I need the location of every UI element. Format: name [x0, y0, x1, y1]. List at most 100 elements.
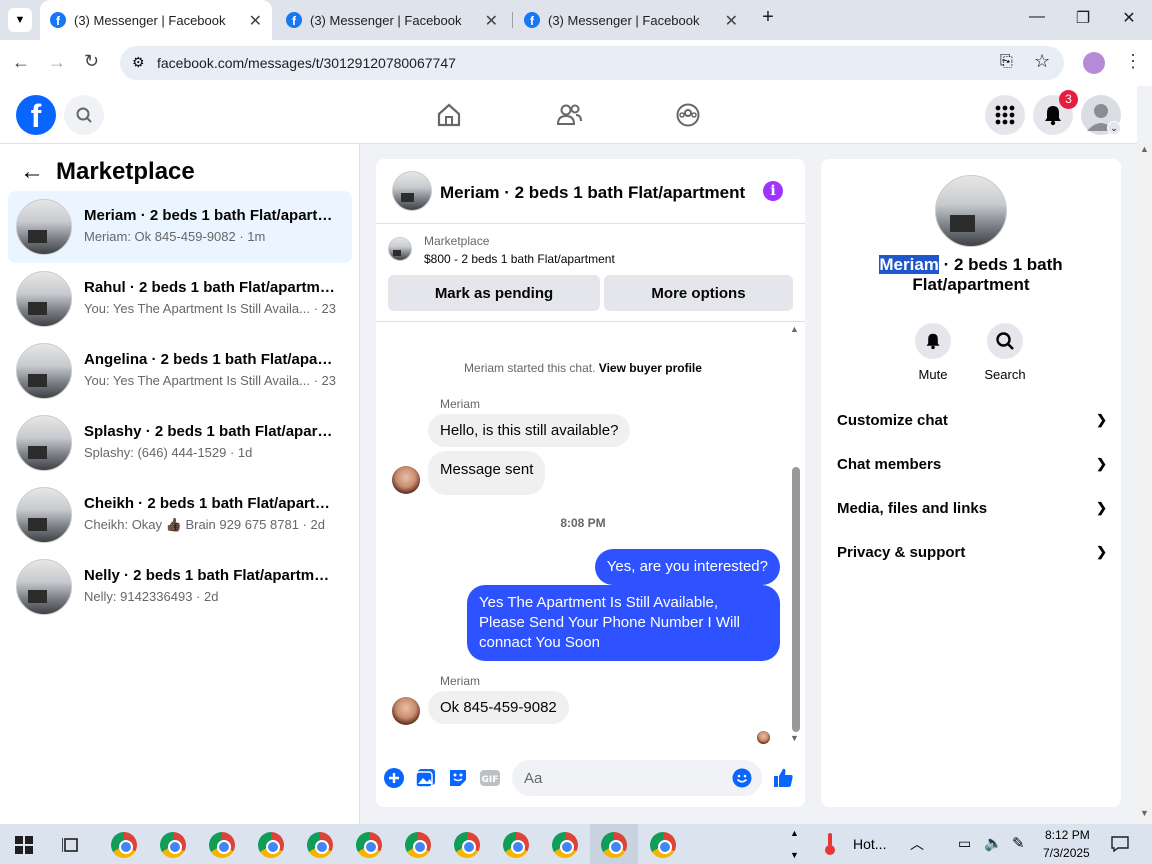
scroll-down-arrow-icon[interactable]: ▼ [790, 733, 799, 743]
menu-button[interactable] [985, 95, 1025, 135]
conversation-item[interactable]: Angelina · 2 beds 1 bath Flat/apartment … [8, 335, 352, 407]
info-icon[interactable]: i [763, 181, 783, 201]
back-icon[interactable]: ← [12, 52, 30, 73]
windows-start-icon[interactable] [15, 836, 33, 854]
conversation-item[interactable]: Meriam · 2 beds 1 bath Flat/apartment Me… [8, 191, 352, 263]
conversation-item[interactable]: Splashy · 2 beds 1 bath Flat/apartment S… [8, 407, 352, 479]
taskbar-scroll-down-icon[interactable]: ▼ [790, 850, 799, 860]
sender-avatar[interactable] [392, 466, 420, 494]
taskbar-scroll-up-icon[interactable]: ▲ [790, 828, 799, 838]
minimize-button[interactable]: — [1025, 8, 1049, 26]
chat-scrollbar-thumb[interactable] [792, 467, 800, 732]
close-tab-icon[interactable]: ✕ [725, 11, 738, 31]
privacy-support-section[interactable]: Privacy & support ❯ [837, 544, 1107, 574]
gif-icon[interactable]: GIF [479, 767, 501, 789]
message-timestamp: 8:08 PM [560, 516, 606, 530]
chat-details-pane: Meriam · 2 beds 1 bath Flat/apartment Mu… [821, 159, 1121, 807]
facebook-logo-icon[interactable]: f [16, 95, 56, 135]
thumbs-up-icon[interactable] [772, 767, 794, 789]
network-icon[interactable]: ▭ [958, 835, 971, 852]
message-input-placeholder: Aa [524, 770, 543, 787]
chrome-taskbar-icon[interactable] [111, 832, 137, 858]
search-in-chat-button[interactable]: Search [975, 323, 1035, 382]
browser-tab-2[interactable]: f (3) Messenger | Facebook ✕ [276, 0, 508, 40]
maximize-button[interactable]: ❐ [1071, 8, 1095, 28]
notification-center-icon[interactable] [1111, 836, 1129, 852]
sticker-icon[interactable] [447, 767, 469, 789]
thermometer-icon[interactable] [825, 833, 835, 855]
sender-avatar[interactable] [392, 697, 420, 725]
listing-thumbnail[interactable] [935, 175, 1007, 247]
conversation-title: Meriam · 2 beds 1 bath Flat/apartment [84, 207, 336, 224]
conversation-snippet: You: Yes The Apartment Is Still Availa..… [84, 301, 336, 316]
bookmark-star-icon[interactable]: ☆ [1034, 51, 1050, 72]
back-arrow-icon[interactable]: ← [20, 158, 44, 186]
conversation-item[interactable]: Nelly · 2 beds 1 bath Flat/apartment Nel… [8, 551, 352, 623]
chrome-taskbar-icon[interactable] [307, 832, 333, 858]
view-buyer-profile-link[interactable]: View buyer profile [599, 361, 702, 375]
listing-thumbnail [16, 199, 72, 255]
listing-price-title[interactable]: $800 - 2 beds 1 bath Flat/apartment [424, 252, 615, 266]
home-icon[interactable] [436, 102, 462, 128]
listing-thumbnail[interactable] [392, 171, 432, 211]
incoming-message: Ok 845-459-9082 [428, 691, 569, 724]
emoji-icon[interactable] [732, 768, 752, 788]
page-scrollbar[interactable]: ▲ ▼ [1137, 144, 1152, 824]
weather-label[interactable]: Hot... [853, 836, 886, 852]
scroll-down-arrow-icon[interactable]: ▼ [1140, 808, 1149, 818]
message-input[interactable]: Aa [512, 760, 762, 796]
mark-as-pending-button[interactable]: Mark as pending [388, 275, 600, 311]
chrome-taskbar-icon[interactable] [454, 832, 480, 858]
groups-icon[interactable] [675, 102, 701, 128]
chrome-taskbar-icon[interactable] [503, 832, 529, 858]
reload-icon[interactable]: ↻ [84, 51, 99, 72]
close-tab-icon[interactable]: ✕ [249, 11, 262, 31]
listing-thumbnail[interactable] [388, 237, 412, 261]
account-chevron-icon[interactable]: ⌄ [1107, 121, 1121, 135]
tray-overflow-chevron-icon[interactable]: ︿ [910, 834, 924, 854]
chrome-taskbar-icon[interactable] [258, 832, 284, 858]
chrome-taskbar-icon[interactable] [405, 832, 431, 858]
conversation-item[interactable]: Cheikh · 2 beds 1 bath Flat/apartment Ch… [8, 479, 352, 551]
customize-chat-section[interactable]: Customize chat ❯ [837, 412, 1107, 442]
plus-icon[interactable] [383, 767, 405, 789]
chrome-taskbar-icon[interactable] [650, 832, 676, 858]
chrome-taskbar-icon[interactable] [209, 832, 235, 858]
photo-icon[interactable] [415, 767, 437, 789]
tab-title: (3) Messenger | Facebook [310, 12, 462, 28]
install-app-icon[interactable]: ⎘ [1000, 53, 1013, 71]
mute-button[interactable]: Mute [903, 323, 963, 382]
search-button[interactable] [64, 95, 104, 135]
pen-icon[interactable]: ✎ [1012, 834, 1025, 852]
site-info-icon[interactable]: ⚙ [132, 54, 145, 71]
conversation-title: Cheikh · 2 beds 1 bath Flat/apartment [84, 495, 336, 512]
friends-icon[interactable] [555, 102, 583, 128]
browser-menu-icon[interactable]: ⋮ [1124, 51, 1142, 72]
chrome-taskbar-icon[interactable] [160, 832, 186, 858]
close-tab-icon[interactable]: ✕ [485, 11, 498, 31]
browser-tab-3[interactable]: f (3) Messenger | Facebook ✕ [514, 0, 748, 40]
chat-title[interactable]: Meriam · 2 beds 1 bath Flat/apartment [440, 183, 745, 203]
new-tab-button[interactable]: + [756, 6, 780, 29]
chat-members-section[interactable]: Chat members ❯ [837, 456, 1107, 486]
incoming-message: Hello, is this still available? [428, 414, 631, 447]
chrome-taskbar-icon[interactable] [356, 832, 382, 858]
tab-search-button[interactable]: ▼ [8, 8, 32, 32]
profile-avatar-icon[interactable] [1083, 52, 1105, 74]
task-view-icon[interactable] [62, 836, 80, 854]
chrome-taskbar-icon[interactable] [552, 832, 578, 858]
conversation-item[interactable]: Rahul · 2 beds 1 bath Flat/apartment You… [8, 263, 352, 335]
volume-icon[interactable]: 🔈 [984, 834, 1003, 852]
browser-tab-1[interactable]: f (3) Messenger | Facebook ✕ [40, 0, 272, 40]
close-window-button[interactable]: ✕ [1117, 8, 1141, 28]
clock-time[interactable]: 8:12 PM [1045, 828, 1090, 842]
chrome-taskbar-icon[interactable] [601, 832, 627, 858]
address-bar[interactable]: ⚙ facebook.com/messages/t/30129120780067… [120, 46, 1064, 80]
more-options-button[interactable]: More options [604, 275, 793, 311]
media-files-links-section[interactable]: Media, files and links ❯ [837, 500, 1107, 530]
scroll-up-arrow-icon[interactable]: ▲ [790, 324, 799, 334]
clock-date[interactable]: 7/3/2025 [1043, 846, 1090, 860]
bell-icon [1045, 106, 1061, 126]
forward-icon[interactable]: → [48, 52, 66, 73]
scroll-up-arrow-icon[interactable]: ▲ [1140, 144, 1149, 154]
